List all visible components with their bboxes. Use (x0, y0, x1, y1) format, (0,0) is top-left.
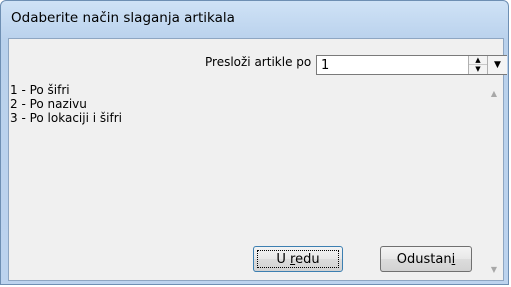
scroll-down-icon[interactable]: ▼ (489, 265, 499, 275)
sort-combobox[interactable]: 1 ▲ ▼ ▼ (316, 55, 507, 75)
list-item: 3 - Po lokaciji i šifri (10, 111, 122, 125)
sort-label: Presloži artikle po (205, 55, 312, 69)
list-item: 1 - Po šifri (10, 83, 70, 97)
cancel-label-prefix: Odustan (396, 251, 452, 267)
focus-rectangle (257, 250, 339, 268)
chevron-down-icon[interactable]: ▼ (487, 56, 507, 74)
spin-up-icon[interactable]: ▲ (469, 56, 487, 65)
vertical-scrollbar[interactable]: ▲ ▼ (485, 83, 503, 279)
cancel-button-label: Odustani (397, 252, 455, 267)
window-title: Odaberite način slaganja artikala (11, 10, 235, 26)
scroll-up-icon[interactable]: ▲ (489, 89, 499, 99)
list-item: 2 - Po nazivu (10, 97, 87, 111)
ok-button[interactable]: U redu (253, 246, 343, 272)
spin-down-icon[interactable]: ▼ (469, 65, 487, 74)
sort-spinner[interactable]: ▲ ▼ (468, 56, 487, 74)
dialog-window: Odaberite način slaganja artikala Preslo… (0, 0, 509, 285)
sort-value[interactable]: 1 (321, 58, 329, 73)
dialog-client-area: Presloži artikle po 1 ▲ ▼ ▼ 1 - Po šifri… (8, 38, 507, 281)
cancel-button[interactable]: Odustani (380, 246, 472, 272)
cancel-label-mnemonic: i (451, 251, 456, 267)
